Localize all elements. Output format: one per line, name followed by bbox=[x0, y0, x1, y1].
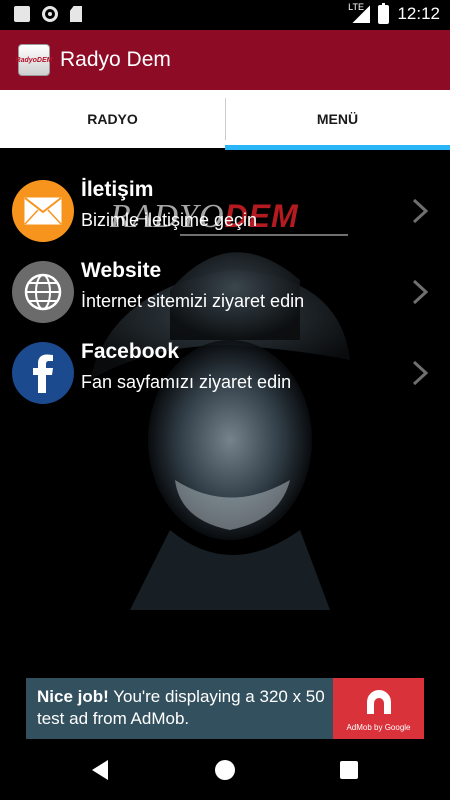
notification-square-icon bbox=[14, 6, 30, 22]
menu-item-subtitle: İnternet sitemizi ziyaret edin bbox=[81, 291, 305, 311]
app-title: Radyo Dem bbox=[60, 48, 171, 71]
chevron-right-icon bbox=[412, 279, 428, 305]
menu-item-website[interactable]: Website İnternet sitemizi ziyaret edin bbox=[0, 253, 450, 331]
status-time: 12:12 bbox=[397, 4, 440, 23]
app-logo: RadyoDEM bbox=[15, 44, 53, 76]
chevron-right-icon bbox=[412, 198, 428, 224]
admob-logo: AdMob by Google bbox=[333, 678, 424, 739]
ad-text: Nice job! You're displaying a 320 x 50 t… bbox=[37, 686, 337, 730]
admob-label: AdMob by Google bbox=[346, 723, 411, 732]
app-logo-text: RadyoDEM bbox=[15, 56, 53, 64]
menu-item-facebook[interactable]: Facebook Fan sayfamızı ziyaret edin bbox=[0, 334, 450, 412]
menu-content: RADYODEM İletişim Bizimle iletişime geçi… bbox=[0, 150, 450, 677]
battery-icon bbox=[378, 2, 390, 24]
notification-icons bbox=[14, 6, 82, 22]
tab-bar: RADYO MENÜ bbox=[0, 90, 450, 148]
menu-item-title: İletişim bbox=[81, 178, 154, 201]
back-icon[interactable] bbox=[90, 759, 110, 781]
sd-card-icon bbox=[70, 6, 82, 22]
home-icon[interactable] bbox=[215, 760, 235, 780]
menu-item-subtitle: Fan sayfamızı ziyaret edin bbox=[81, 372, 292, 392]
tab-radyo[interactable]: RADYO bbox=[0, 90, 225, 148]
chevron-right-icon bbox=[412, 360, 428, 386]
navigation-bar bbox=[0, 740, 450, 800]
tab-menu[interactable]: MENÜ bbox=[225, 90, 450, 148]
mail-icon bbox=[12, 180, 74, 242]
app-bar: RadyoDEM Radyo Dem bbox=[0, 30, 450, 90]
status-bar: LTE 12:12 bbox=[0, 0, 450, 30]
admob-icon bbox=[367, 690, 391, 714]
recent-apps-icon[interactable] bbox=[340, 761, 358, 779]
signal-icon bbox=[352, 5, 371, 23]
menu-item-iletisim[interactable]: İletişim Bizimle iletişime geçin bbox=[0, 172, 450, 250]
facebook-icon bbox=[12, 342, 74, 404]
notification-record-icon bbox=[42, 6, 58, 22]
menu-item-title: Website bbox=[81, 259, 162, 282]
globe-icon bbox=[12, 261, 74, 323]
system-icons: 12:12 bbox=[352, 2, 440, 24]
ad-headline: Nice job! bbox=[37, 687, 109, 706]
menu-item-title: Facebook bbox=[81, 340, 180, 363]
menu-item-subtitle: Bizimle iletişime geçin bbox=[81, 210, 258, 230]
ad-banner[interactable]: Nice job! You're displaying a 320 x 50 t… bbox=[26, 678, 424, 739]
